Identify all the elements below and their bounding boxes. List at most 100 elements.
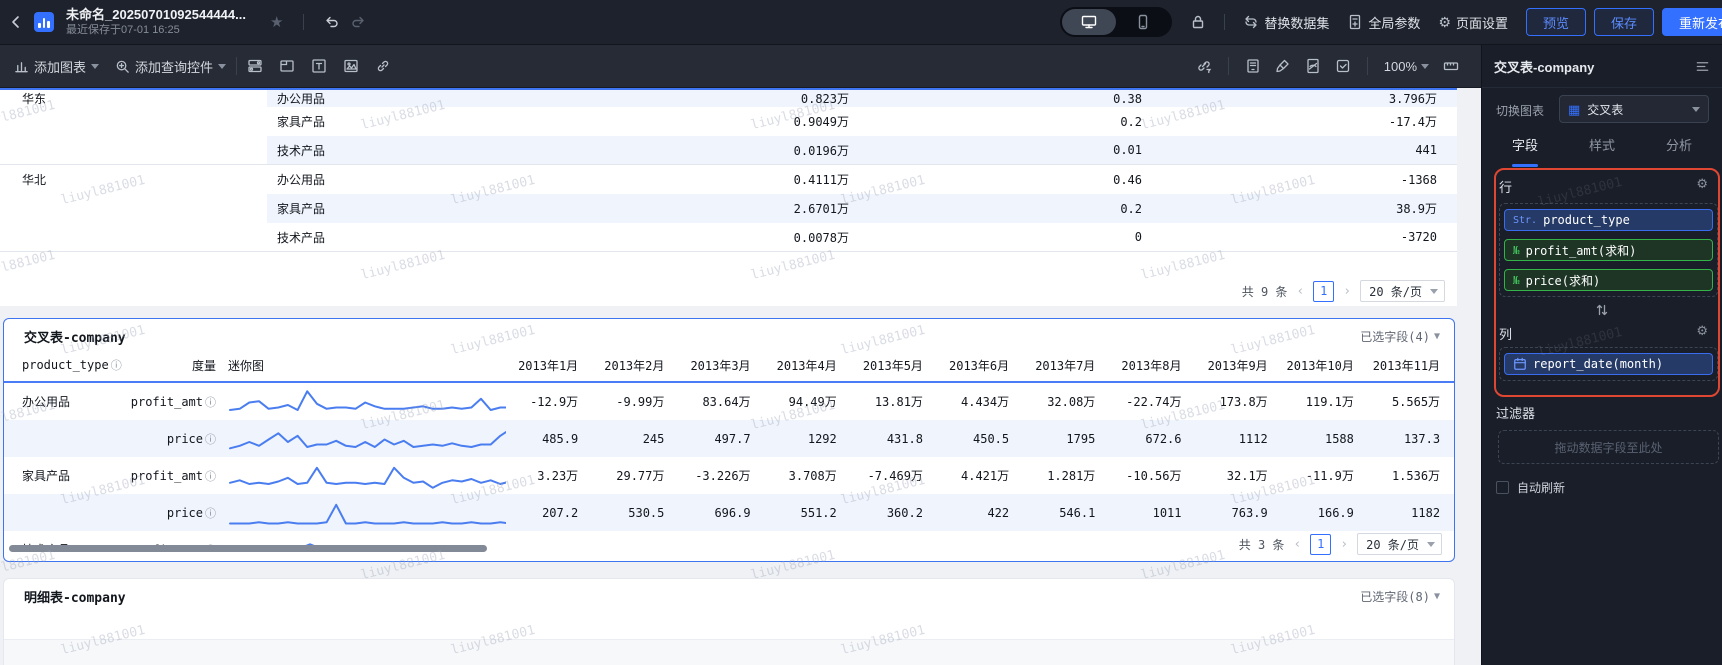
value-cell: 1588 xyxy=(1324,431,1354,446)
value-cell: 137.3 xyxy=(1403,431,1441,446)
chart-type-select[interactable]: ▦ 交叉表 xyxy=(1559,95,1709,123)
swap-rows-columns-icon[interactable] xyxy=(1594,302,1610,318)
field-pill-report_date(month)[interactable]: report_date(month) xyxy=(1504,353,1713,375)
chart-type-value: 交叉表 xyxy=(1587,102,1624,117)
filter-dropzone[interactable]: 拖动数据字段至此处 xyxy=(1498,430,1719,464)
grid-ruler-icon[interactable] xyxy=(1443,58,1459,74)
insert-icons xyxy=(247,58,391,74)
title-block: 未命名_20250701092544444... 最近保存于07-01 16:2… xyxy=(66,7,246,37)
value-cell: 0.38 xyxy=(1113,91,1142,106)
chevron-down-icon xyxy=(1421,63,1429,69)
add-query-label: 添加查询控件 xyxy=(135,59,214,75)
product-cell: 家具产品 xyxy=(277,115,326,129)
auto-refresh-checkbox[interactable] xyxy=(1496,481,1509,494)
favorite-star-icon[interactable]: ★ xyxy=(270,13,283,31)
save-button[interactable]: 保存 xyxy=(1593,8,1654,36)
region-crosstab-widget[interactable]: 华东 办公用品 0.823万 0.38 3.796万 家具产品 0.9049万 0.2 -17.… xyxy=(0,88,1457,306)
zoom-level-select[interactable]: 100% xyxy=(1384,59,1429,74)
row-gear-icon[interactable]: ⚙ xyxy=(1696,177,1708,190)
value-cell: -1368 xyxy=(1400,172,1437,187)
value-cell: 431.8 xyxy=(886,431,923,446)
next-page-icon[interactable]: › xyxy=(1340,538,1348,551)
calendar-icon xyxy=(1513,357,1527,371)
field-pill-product_type[interactable]: Str. product_type xyxy=(1504,209,1713,231)
topbar-buttons: 预览 保存 重新发布 xyxy=(1525,8,1722,36)
value-cell: -17.4万 xyxy=(1388,115,1437,129)
measure-name: price xyxy=(166,505,203,520)
page-settings-button[interactable]: ⚙ 页面设置 xyxy=(1438,13,1508,32)
filter-component-icon[interactable] xyxy=(247,58,263,74)
clear-style-icon[interactable] xyxy=(1275,58,1291,74)
crosstab-row: price ⓘ 485.9 245 497.7 1292 431.8 450.5 1795 672… xyxy=(4,420,1454,457)
active-tab-underline xyxy=(1512,164,1538,167)
chevron-down-icon xyxy=(91,63,100,69)
redo-icon[interactable] xyxy=(350,14,366,30)
undo-icon[interactable] xyxy=(324,14,340,30)
tab-2[interactable]: 样式 xyxy=(1589,135,1615,163)
page-number[interactable]: 1 xyxy=(1313,280,1335,302)
back-icon[interactable] xyxy=(8,14,24,30)
desktop-icon[interactable] xyxy=(1062,9,1117,35)
prev-page-icon[interactable]: ‹ xyxy=(1293,538,1301,551)
batch-action-icon[interactable] xyxy=(1245,58,1261,74)
value-cell: 3.708万 xyxy=(788,469,837,483)
menu-icon[interactable] xyxy=(1695,59,1710,74)
header-months: 2013年1月 2013年2月 2013年3月 2013年4月 2013年5月 2013年… xyxy=(506,357,1454,374)
hide-component-icon[interactable] xyxy=(1305,58,1321,74)
mobile-icon[interactable] xyxy=(1116,9,1170,35)
global-params-button[interactable]: 全局参数 xyxy=(1347,13,1420,32)
next-page-icon[interactable]: › xyxy=(1343,285,1351,298)
value-cell: -12.9万 xyxy=(530,395,579,409)
linkage-icon[interactable] xyxy=(1196,58,1212,74)
page-number[interactable]: 1 xyxy=(1310,533,1332,555)
link-component-icon[interactable] xyxy=(375,58,391,74)
detail-table-widget[interactable]: 明细表-company 已选字段(8) ▼ xyxy=(3,578,1455,665)
publish-button[interactable]: 重新发布 xyxy=(1661,8,1722,36)
prev-page-icon[interactable]: ‹ xyxy=(1296,285,1304,298)
tab-component-icon[interactable] xyxy=(279,58,295,74)
selected-fields-dropdown[interactable]: 已选字段(8) ▼ xyxy=(1360,588,1440,605)
preview-button[interactable]: 预览 xyxy=(1525,8,1586,36)
divider xyxy=(303,14,305,30)
value-cell: 1292 xyxy=(807,431,837,446)
horizontal-scrollbar[interactable] xyxy=(9,545,487,552)
month-header-cell: 2013年8月 xyxy=(1121,358,1182,373)
selected-fields-dropdown[interactable]: 已选字段(4) ▼ xyxy=(1360,328,1440,345)
measure-name: price xyxy=(166,431,203,446)
value-cell: 0.2 xyxy=(1120,114,1142,129)
selected-fields-label: 已选字段(4) xyxy=(1360,329,1430,344)
month-header-cell: 2013年5月 xyxy=(862,358,923,373)
dashboard-canvas[interactable]: liuyl881001 liuyl881001 liuyl881001 liuyl88… xyxy=(0,88,1481,665)
tab-3[interactable]: 分析 xyxy=(1666,135,1692,163)
value-cell: 485.9 xyxy=(542,431,579,446)
replace-dataset-button[interactable]: 替换数据集 xyxy=(1243,13,1329,32)
text-component-icon[interactable] xyxy=(311,58,327,74)
page-size-select[interactable]: 20 条/页 xyxy=(1357,533,1442,555)
value-cell: 5.565万 xyxy=(1391,395,1441,409)
chevron-down-icon xyxy=(1430,288,1438,294)
crosstab-row: 办公用品 profit_amt ⓘ -12.9万 -9.99万 83.64万 94.49万 1… xyxy=(4,383,1454,420)
month-header-cell: 2013年6月 xyxy=(949,358,1010,373)
media-component-icon[interactable] xyxy=(343,58,359,74)
sparkline-cell xyxy=(216,498,506,528)
column-gear-icon[interactable]: ⚙ xyxy=(1696,324,1708,337)
add-chart-button[interactable]: 添加图表 xyxy=(14,57,100,76)
field-type-badge: № xyxy=(1513,273,1520,287)
add-query-button[interactable]: 添加查询控件 xyxy=(115,57,227,76)
column-fields-dropzone[interactable]: report_date(month) xyxy=(1499,347,1718,381)
device-toggle[interactable] xyxy=(1060,7,1173,37)
crosstab-widget[interactable]: 交叉表-company 已选字段(4) ▼ product_type ⓘ 度量 迷… xyxy=(3,318,1455,562)
toolbar-right: 100% xyxy=(1196,57,1459,75)
panel-tabs: 字段 样式 分析 xyxy=(1482,135,1722,163)
filter-section-label: 过滤器 xyxy=(1496,406,1536,421)
page-size-select[interactable]: 20 条/页 xyxy=(1360,280,1445,302)
field-pill-profit_amt(求和)[interactable]: № profit_amt(求和) xyxy=(1504,239,1713,261)
lock-icon[interactable] xyxy=(1190,14,1206,30)
field-pill-price(求和)[interactable]: № price(求和) xyxy=(1504,269,1713,291)
row-fields-dropzone[interactable]: Str. product_type № profit_amt(求和) № price(求和… xyxy=(1499,203,1718,297)
tab-1[interactable]: 字段 xyxy=(1512,135,1538,163)
value-cells: -12.9万 -9.99万 83.64万 94.49万 13.81万 4.434万 32.0… xyxy=(506,393,1454,410)
value-cell: 450.5 xyxy=(973,431,1010,446)
auto-refresh-label: 自动刷新 xyxy=(1517,481,1566,495)
multi-select-icon[interactable] xyxy=(1335,58,1351,74)
